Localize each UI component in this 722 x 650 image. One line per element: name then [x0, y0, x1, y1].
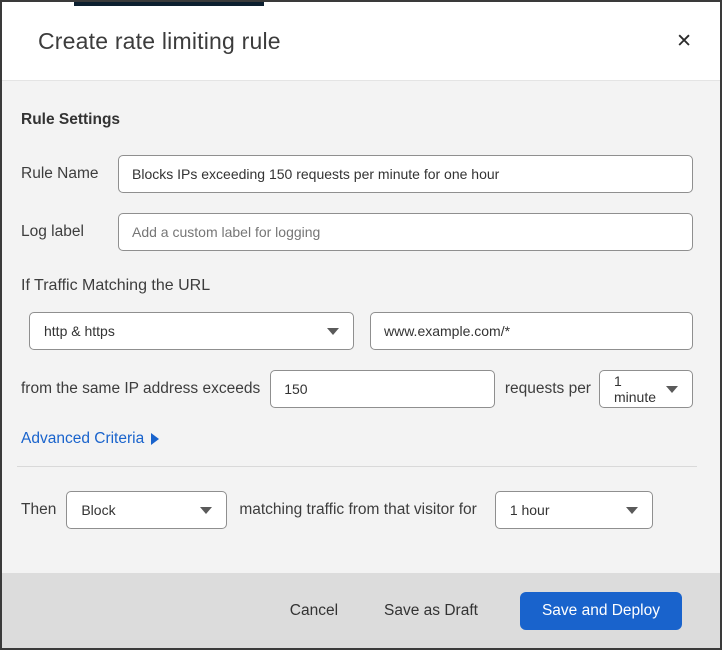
action-select-value: Block: [81, 502, 116, 518]
period-select-value: 1 minute: [613, 373, 657, 405]
url-pattern-input[interactable]: [370, 312, 693, 350]
dialog-body: Rule Settings Rule Name Log label If Tra…: [2, 81, 720, 573]
action-select[interactable]: Block: [66, 491, 228, 529]
background-page-strip: [74, 2, 264, 6]
chevron-down-icon: [666, 385, 678, 393]
threshold-suffix-text: requests per: [504, 380, 591, 397]
rule-settings-heading: Rule Settings: [21, 111, 121, 128]
duration-select-value: 1 hour: [509, 502, 550, 518]
rule-name-row: Rule Name: [21, 155, 693, 193]
scheme-select-value: http & https: [44, 323, 115, 339]
threshold-row: from the same IP address exceeds request…: [21, 370, 693, 408]
section-divider: [17, 466, 697, 467]
then-prefix-text: Then: [21, 501, 57, 518]
close-icon[interactable]: ✕: [670, 26, 698, 57]
chevron-down-icon: [200, 506, 213, 514]
then-middle-text: matching traffic from that visitor for: [239, 501, 477, 518]
save-and-deploy-button[interactable]: Save and Deploy: [519, 591, 682, 630]
rule-name-input[interactable]: [118, 155, 693, 193]
url-input-wrap: [370, 312, 693, 350]
traffic-matching-heading: If Traffic Matching the URL: [21, 277, 211, 294]
threshold-input[interactable]: [270, 370, 495, 408]
dialog-title: Create rate limiting rule: [38, 27, 281, 54]
then-action-row: Then Block matching traffic from that vi…: [21, 491, 693, 529]
scheme-select[interactable]: http & https: [29, 312, 354, 350]
rule-name-label: Rule Name: [21, 165, 99, 182]
advanced-criteria-link[interactable]: Advanced Criteria: [21, 430, 160, 448]
period-select[interactable]: 1 minute: [598, 370, 693, 408]
dialog-header: Create rate limiting rule ✕: [2, 2, 720, 81]
url-match-row: http & https: [21, 312, 693, 350]
chevron-down-icon: [625, 506, 638, 514]
dialog-footer: Cancel Save as Draft Save and Deploy: [2, 573, 720, 648]
save-as-draft-button[interactable]: Save as Draft: [368, 594, 494, 628]
advanced-criteria-label: Advanced Criteria: [21, 430, 145, 447]
chevron-down-icon: [327, 327, 339, 335]
threshold-prefix-text: from the same IP address exceeds: [21, 380, 261, 397]
create-rate-limiting-rule-dialog: Create rate limiting rule ✕ Rule Setting…: [0, 0, 722, 650]
log-label-input[interactable]: [118, 213, 693, 251]
duration-select[interactable]: 1 hour: [494, 491, 653, 529]
log-label-row: Log label: [21, 213, 693, 251]
log-label-label: Log label: [21, 223, 84, 240]
caret-right-icon: [151, 433, 160, 445]
cancel-button[interactable]: Cancel: [274, 594, 354, 628]
